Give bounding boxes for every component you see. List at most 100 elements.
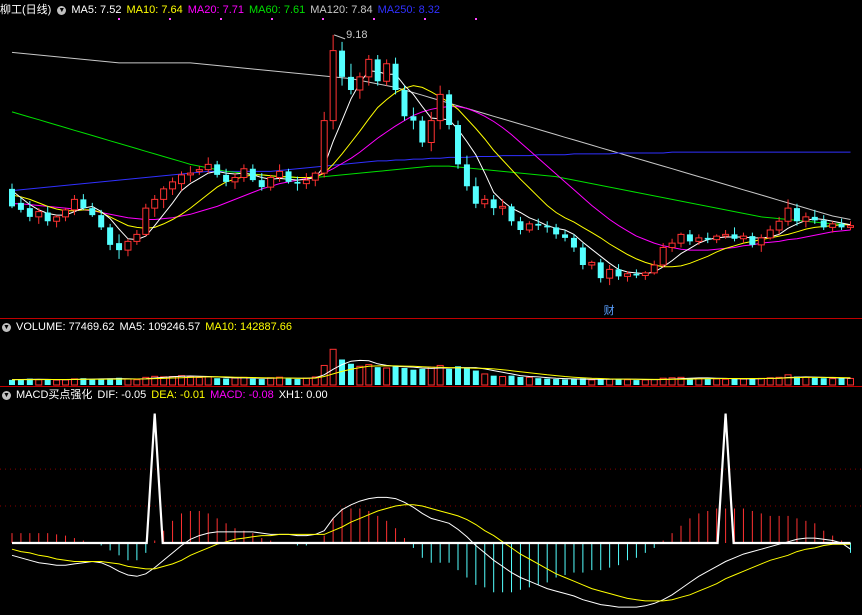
volume-bar [490, 375, 497, 385]
volume-bar [427, 366, 435, 386]
candle-body [44, 212, 51, 222]
volume-bar [231, 377, 239, 386]
candle-body [329, 50, 337, 122]
volume-bar [846, 377, 854, 386]
macd-indicator-name[interactable]: MACD买点强化 [16, 389, 92, 401]
macd-header: ▼ MACD买点强化 DIF: -0.05 DEA: -0.01 MACD: -0.08… [0, 387, 333, 403]
volume-bar [802, 376, 810, 386]
volume-bar [347, 363, 354, 385]
volume-bar [570, 379, 577, 385]
candle-body [472, 186, 479, 204]
volume-bar [535, 378, 542, 385]
volume-bar [525, 376, 533, 386]
candle-body [116, 243, 123, 251]
volume-bar [374, 367, 381, 385]
candle-body [133, 233, 141, 242]
ma20-label: MA20: 7.71 [187, 4, 244, 16]
candle-body [17, 202, 24, 210]
volume-bar [695, 378, 703, 386]
candle-body [392, 63, 399, 90]
volume-bar [606, 378, 614, 386]
candle-body [499, 205, 507, 209]
volume-bar [9, 379, 15, 385]
candle-body [419, 120, 426, 143]
stock-title[interactable]: 柳工(日线) [0, 4, 51, 16]
volume-bar [53, 379, 61, 386]
candle-body [35, 211, 43, 218]
candle-body [749, 236, 756, 245]
chevron-down-icon[interactable]: ▼ [57, 5, 67, 15]
candle-body [186, 172, 194, 176]
volume-bar [419, 368, 426, 385]
volume-bar [392, 365, 399, 385]
volume-bar [623, 379, 631, 386]
candle-body [374, 59, 381, 82]
volume-bar [285, 378, 292, 385]
candle-body [267, 177, 275, 188]
candle-body [713, 235, 721, 241]
dif-label: DIF: -0.05 [97, 389, 147, 401]
candle-body [294, 181, 301, 184]
volume-label: VOLUME: 77469.62 [16, 321, 115, 333]
candle-body [641, 272, 649, 276]
volume-bar [553, 379, 560, 385]
signal-dot [475, 18, 477, 20]
volume-bar [89, 379, 96, 385]
candle-body [686, 234, 693, 242]
candle-body [695, 237, 703, 242]
candle-body [436, 93, 444, 122]
candle-body [650, 264, 658, 274]
candle-body [177, 174, 185, 185]
candle-body [704, 237, 711, 240]
volume-ma10-label: MA10: 142887.66 [205, 321, 293, 333]
candle-body [829, 223, 837, 228]
candle-body [802, 216, 810, 222]
candle-body [784, 207, 792, 222]
volume-bar [838, 378, 845, 385]
candle-body [668, 242, 676, 248]
signal-dot [271, 18, 273, 20]
volume-bar [249, 378, 256, 385]
candle-body [276, 170, 284, 178]
volume-bar [177, 375, 185, 386]
volume-bar [472, 370, 479, 385]
candle-body [320, 120, 328, 174]
candle-body [731, 234, 738, 239]
candle-body [98, 215, 105, 228]
candle-body [811, 216, 818, 221]
volume-bar [44, 379, 51, 385]
candle-body [838, 223, 845, 228]
candle-body [204, 163, 212, 171]
volume-bar [829, 378, 837, 386]
volume-bar [62, 379, 70, 386]
volume-bar [811, 377, 818, 385]
candle-body [124, 240, 132, 251]
candle-body [525, 223, 533, 231]
candle-body [766, 229, 774, 239]
financial-report-marker[interactable]: 财 [604, 302, 615, 318]
candle-body [26, 208, 33, 217]
candle-body [427, 120, 435, 143]
signal-dot [220, 18, 222, 20]
volume-bar [633, 380, 640, 385]
candle-body [142, 207, 150, 235]
candle-body [365, 58, 373, 78]
volume-ma5-label: MA5: 109246.57 [119, 321, 201, 333]
chevron-down-icon[interactable]: ▼ [2, 390, 11, 400]
candle-body [739, 235, 747, 240]
volume-bar [704, 379, 711, 385]
signal-dot [322, 18, 324, 20]
chart-canvas [0, 18, 862, 608]
candle-body [169, 181, 177, 190]
candle-body [544, 225, 551, 228]
chevron-down-icon[interactable]: ▼ [2, 322, 11, 332]
candle-body [285, 171, 292, 182]
candle-body [579, 247, 586, 265]
candle-body [793, 208, 800, 222]
candle-body [846, 225, 854, 228]
candle-body [231, 177, 239, 183]
candle-body [195, 169, 203, 172]
volume-bar [731, 378, 738, 385]
volume-bar [186, 376, 194, 386]
candle-body [80, 199, 87, 209]
